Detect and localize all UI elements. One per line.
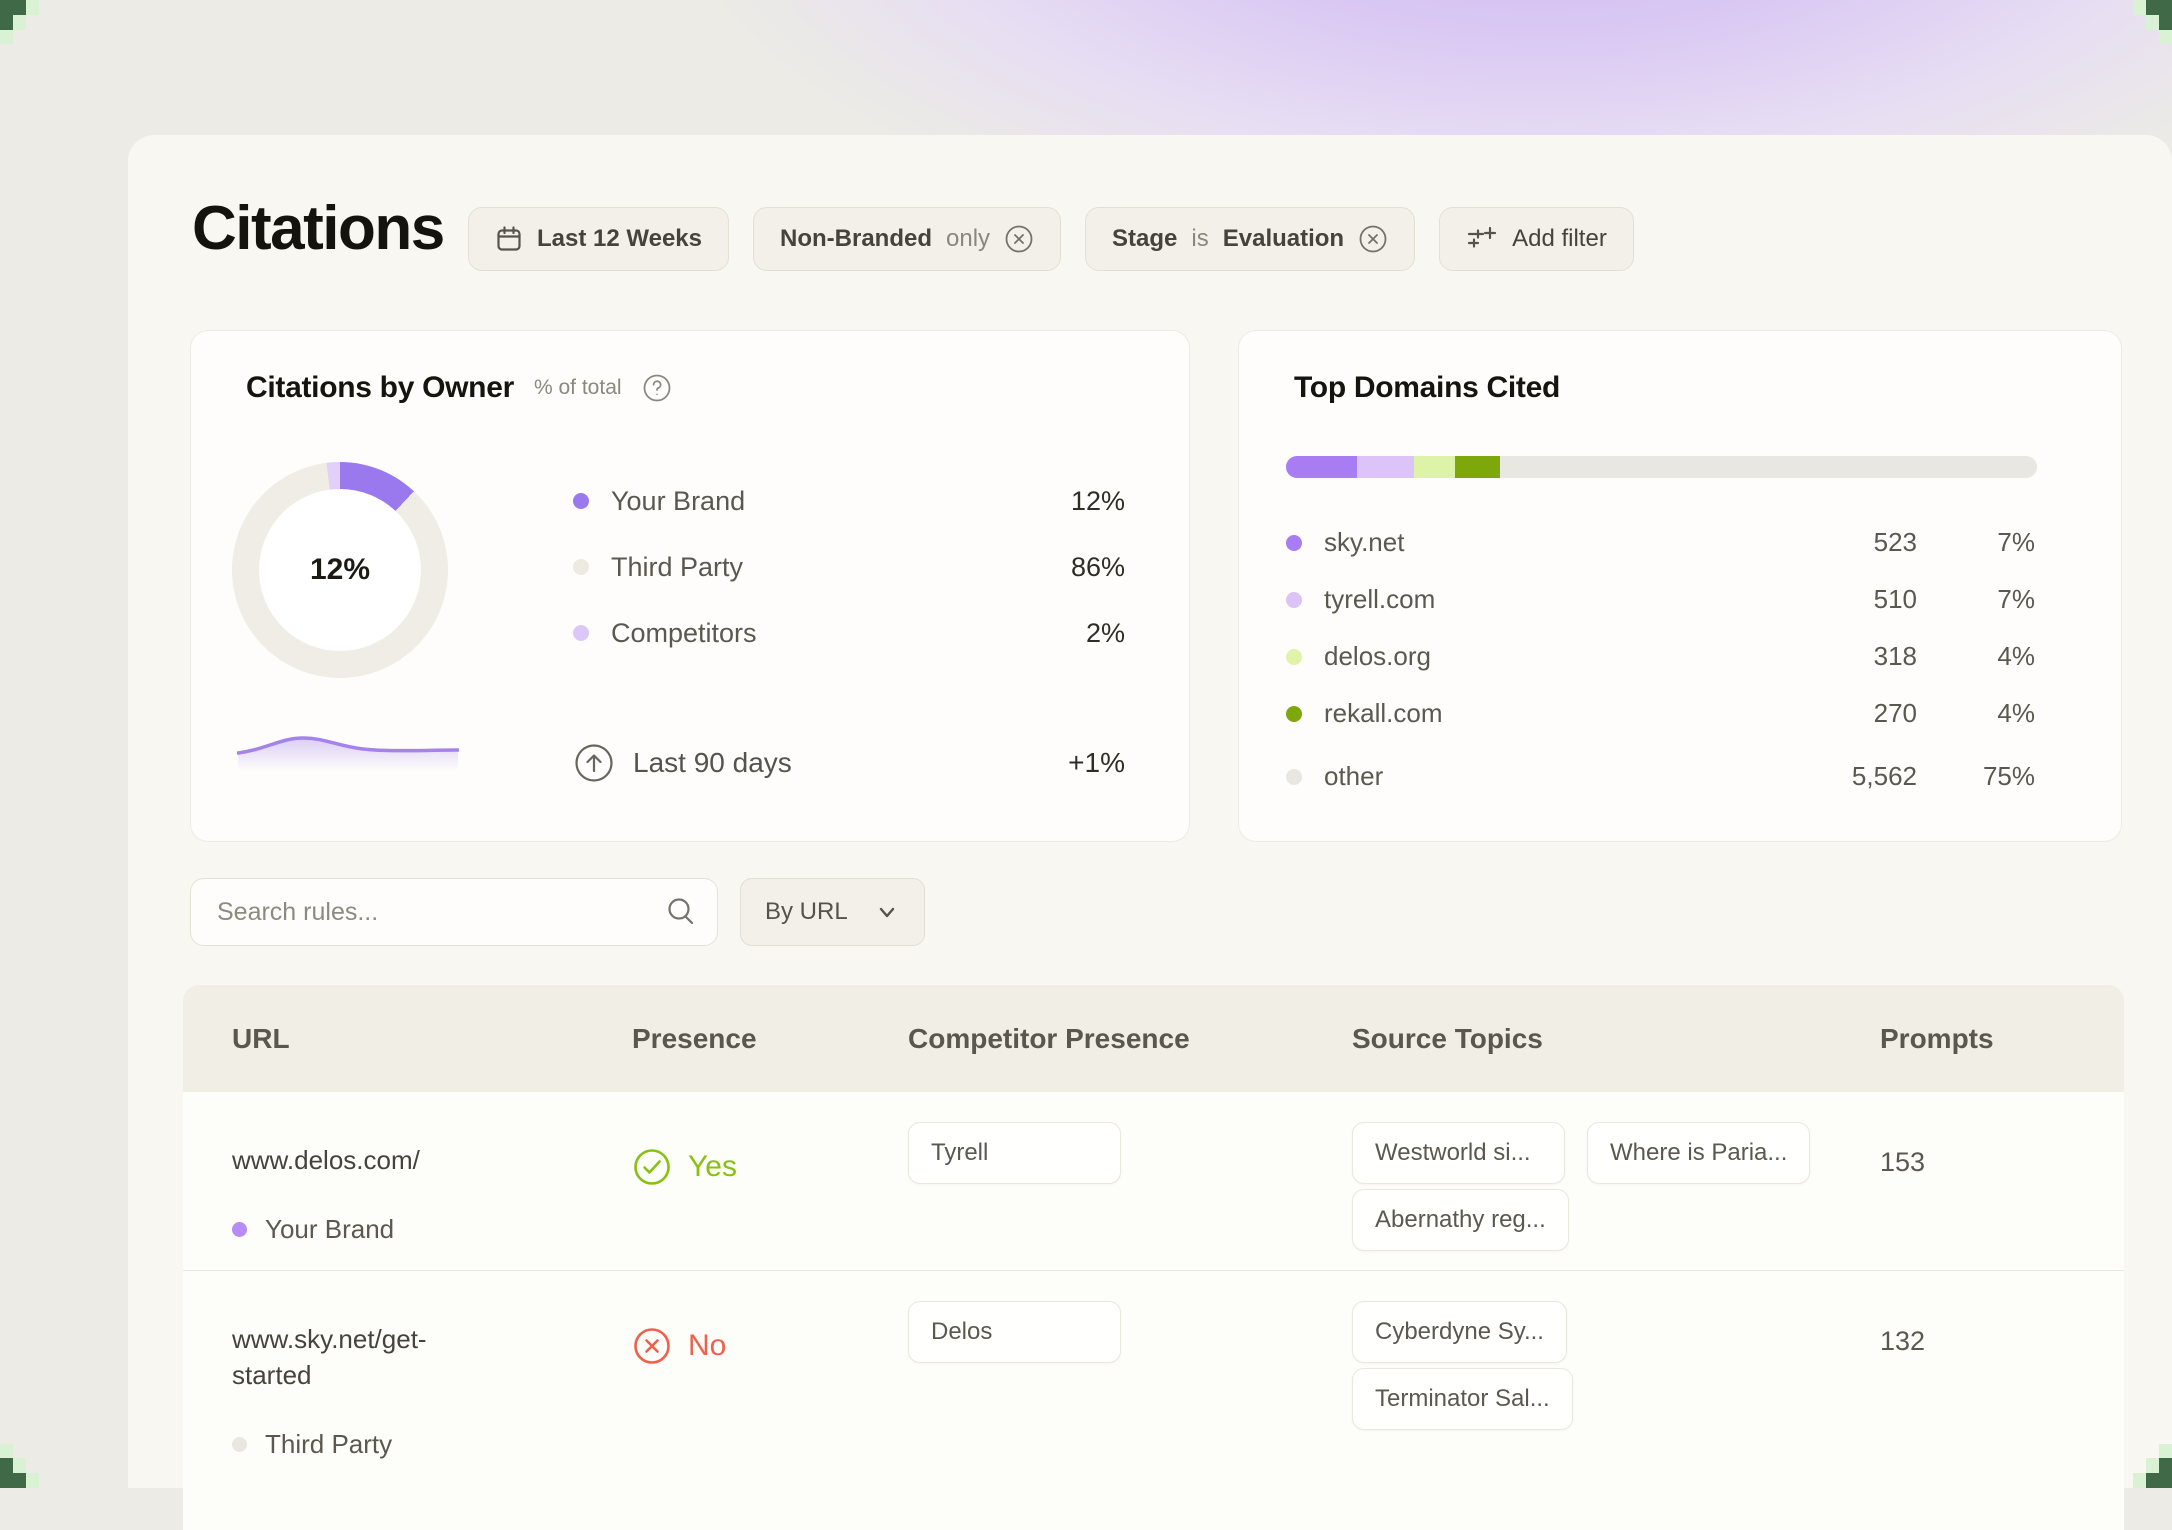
domain-row: sky.net 523 7% (1286, 514, 2035, 571)
prompts-count: 153 (1880, 1092, 2124, 1270)
stage-filter[interactable]: Stage is Evaluation (1085, 207, 1415, 271)
filter-field: Non-Branded (780, 225, 932, 253)
bar-segment-sky.net (1286, 456, 1357, 478)
legend-dot (573, 493, 589, 509)
bar-segment-delos.org (1414, 456, 1455, 478)
topic-chip[interactable]: Cyberdyne Sy... (1352, 1301, 1567, 1363)
domain-row: delos.org 318 4% (1286, 628, 2035, 685)
domain-row: other 5,562 75% (1286, 748, 2035, 805)
domain-dot (1286, 592, 1302, 608)
domains-list: sky.net 523 7% tyrell.com 510 7% delos.o… (1286, 514, 2035, 805)
trend-value: +1% (1068, 747, 1125, 779)
legend-row-your-brand: Your Brand 12% (573, 468, 1125, 534)
owner-dot (232, 1222, 247, 1237)
corner-marker-top-right (2126, 0, 2172, 46)
competitor-chip[interactable]: Delos (908, 1301, 1121, 1363)
owner-trend-sparkline (237, 731, 459, 771)
filter-plus-icon (1466, 225, 1498, 253)
x-circle-icon (632, 1326, 672, 1366)
domain-dot (1286, 769, 1302, 785)
page-title: Citations (192, 193, 444, 264)
prompts-count: 132 (1880, 1271, 2124, 1530)
date-range-label: Last 12 Weeks (537, 225, 702, 253)
topic-chip[interactable]: Abernathy reg... (1352, 1189, 1569, 1251)
owner-label: Your Brand (265, 1214, 394, 1245)
trend-summary: Last 90 days +1% (573, 733, 1125, 793)
citations-by-owner-card: Citations by Owner % of total 12% (190, 330, 1190, 842)
owner-label: Third Party (265, 1429, 392, 1460)
owner-legend: Your Brand 12% Third Party 86% Competito… (573, 468, 1125, 666)
presence-value: No (688, 1326, 726, 1366)
search-rules-box (190, 878, 718, 946)
main-panel: Citations Last 12 Weeks Non-Branded only… (128, 135, 2172, 1488)
col-header-presence: Presence (632, 1023, 908, 1055)
corner-marker-top-left (0, 0, 46, 46)
calendar-icon (495, 225, 523, 253)
row-url[interactable]: www.sky.net/get-started (232, 1321, 492, 1393)
legend-dot (573, 559, 589, 575)
top-domains-card: Top Domains Cited sky.net 523 7% tyrell.… (1238, 330, 2122, 842)
nonbranded-filter[interactable]: Non-Branded only (753, 207, 1061, 271)
corner-marker-bottom-right (2126, 1442, 2172, 1488)
filter-qualifier: only (946, 225, 990, 253)
bar-segment-tyrell.com (1357, 456, 1413, 478)
domains-stacked-bar (1286, 456, 2037, 478)
owner-dot (232, 1437, 247, 1452)
add-filter-label: Add filter (1512, 225, 1607, 253)
search-icon (664, 895, 698, 929)
competitor-chip[interactable]: Tyrell (908, 1122, 1121, 1184)
table-row[interactable]: www.delos.com/ Your Brand Yes Tyrell (183, 1092, 2124, 1270)
col-header-competitor-presence: Competitor Presence (908, 1023, 1352, 1055)
remove-filter-icon[interactable] (1004, 224, 1034, 254)
help-icon[interactable] (642, 373, 672, 403)
presence-value: Yes (688, 1147, 737, 1187)
domain-dot (1286, 706, 1302, 722)
legend-row-competitors: Competitors 2% (573, 600, 1125, 666)
trend-label: Last 90 days (633, 747, 792, 779)
row-url[interactable]: www.delos.com/ (232, 1142, 492, 1178)
table-row[interactable]: www.sky.net/get-started Third Party No D… (183, 1270, 2124, 1530)
arrow-up-circle-icon (573, 742, 615, 784)
date-range-filter[interactable]: Last 12 Weeks (468, 207, 729, 271)
domain-row: tyrell.com 510 7% (1286, 571, 2035, 628)
filter-bar: Last 12 Weeks Non-Branded only Stage is … (468, 207, 1634, 271)
citations-table: URL Presence Competitor Presence Source … (183, 985, 2124, 1530)
bar-segment-rekall.com (1455, 456, 1500, 478)
col-header-url: URL (183, 1023, 632, 1055)
topic-chip[interactable]: Terminator Sal... (1352, 1368, 1573, 1430)
domain-row: rekall.com 270 4% (1286, 685, 2035, 742)
chevron-down-icon (874, 899, 900, 925)
remove-filter-icon[interactable] (1358, 224, 1388, 254)
add-filter-button[interactable]: Add filter (1439, 207, 1634, 271)
donut-center-value: 12% (232, 462, 448, 678)
topic-chip[interactable]: Where is Paria... (1587, 1122, 1810, 1184)
topic-chip[interactable]: Westworld si... (1352, 1122, 1565, 1184)
owner-donut: 12% (232, 462, 448, 678)
corner-marker-bottom-left (0, 1442, 46, 1488)
domain-dot (1286, 535, 1302, 551)
filter-field: Stage (1112, 225, 1177, 253)
col-header-source-topics: Source Topics (1352, 1023, 1880, 1055)
table-header: URL Presence Competitor Presence Source … (183, 985, 2124, 1092)
domain-dot (1286, 649, 1302, 665)
card-title: Top Domains Cited (1294, 371, 1560, 405)
filter-operator: is (1191, 225, 1208, 253)
legend-dot (573, 625, 589, 641)
card-title: Citations by Owner (246, 371, 514, 405)
group-by-value: By URL (765, 898, 848, 926)
check-circle-icon (632, 1147, 672, 1187)
group-by-select[interactable]: By URL (740, 878, 925, 946)
col-header-prompts: Prompts (1880, 1023, 2124, 1055)
filter-value: Evaluation (1223, 225, 1344, 253)
search-rules-input[interactable] (190, 878, 718, 946)
legend-row-third-party: Third Party 86% (573, 534, 1125, 600)
card-subtitle: % of total (534, 376, 622, 400)
